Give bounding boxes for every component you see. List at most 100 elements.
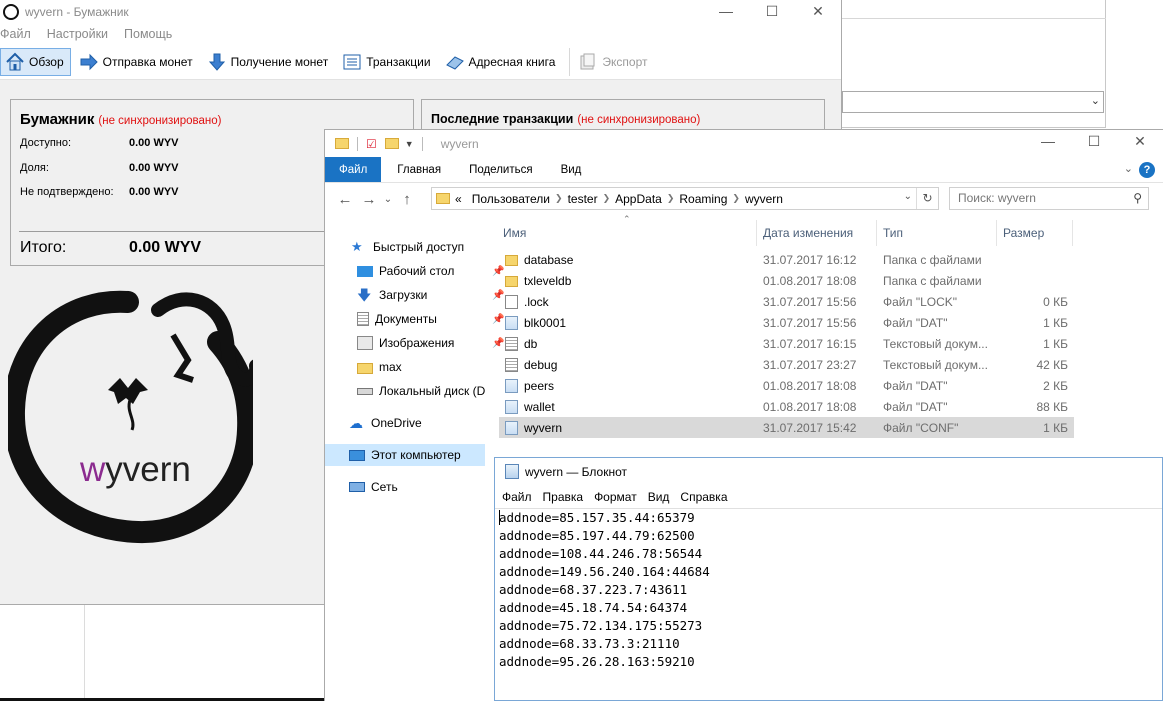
chevron-right-icon[interactable]: ❯ [732, 193, 740, 204]
column-type[interactable]: Тип [877, 220, 997, 246]
address-book-button[interactable]: Адресная книга [441, 48, 562, 76]
network-icon [349, 482, 365, 492]
chevron-right-icon[interactable]: ❯ [555, 193, 563, 204]
tab-view[interactable]: Вид [547, 157, 596, 182]
column-name[interactable]: Имя [497, 220, 757, 246]
folder-icon [335, 138, 349, 149]
maximize-button[interactable]: ☐ [749, 0, 795, 24]
wyvern-logo [8, 290, 253, 544]
nav-onedrive[interactable]: ☁ OneDrive [349, 412, 422, 434]
maximize-button[interactable]: ☐ [1071, 130, 1117, 157]
text-line: addnode=85.197.44.79:62500 [499, 528, 695, 543]
chevron-right-icon[interactable]: ❯ [667, 193, 675, 204]
file-row-selected[interactable]: wyvern 31.07.2017 15:42 Файл "CONF" 1 КБ [499, 417, 1074, 438]
breadcrumb-appdata[interactable]: AppData [615, 192, 662, 206]
nav-this-pc[interactable]: Этот компьютер [325, 444, 485, 466]
receive-coins-button[interactable]: Получение монет [203, 48, 335, 76]
nav-max[interactable]: max [357, 356, 402, 378]
list-icon [343, 54, 361, 69]
breadcrumb-tester[interactable]: tester [568, 192, 598, 206]
up-arrow-icon[interactable]: ↑ [395, 191, 419, 208]
back-arrow-icon[interactable]: ← [333, 191, 357, 208]
nav-local-disk[interactable]: Локальный диск (D [357, 380, 485, 402]
close-button[interactable]: ✕ [1117, 130, 1163, 157]
logo-accent-letter: w [80, 450, 106, 489]
refresh-icon[interactable]: ↻ [916, 188, 938, 209]
title-separator [357, 136, 358, 151]
notepad-menubar: Файл Правка Формат Вид Справка [495, 485, 1162, 509]
nav-documents[interactable]: Документы 📌 [357, 308, 504, 330]
file-row[interactable]: database 31.07.2017 16:12 Папка с файлам… [499, 249, 1074, 270]
nav-label: OneDrive [371, 416, 422, 430]
balance-unsync-status[interactable]: (не синхронизировано) [98, 115, 221, 127]
nav-desktop[interactable]: Рабочий стол 📌 [357, 260, 504, 282]
file-name: peers [524, 378, 555, 393]
forward-arrow-icon[interactable]: → [357, 191, 381, 208]
tab-file[interactable]: Файл [325, 157, 382, 182]
breadcrumb-users[interactable]: Пользователи [472, 192, 550, 206]
nav-label: Локальный диск (D [379, 384, 486, 398]
expand-ribbon-icon[interactable]: ⌄ [1124, 162, 1133, 175]
file-row[interactable]: .lock 31.07.2017 15:56 Файл "LOCK" 0 КБ [499, 291, 1074, 312]
menu-help[interactable]: Помощь [124, 27, 172, 41]
text-line: addnode=95.26.28.163:59210 [499, 654, 695, 669]
help-icon[interactable]: ? [1139, 162, 1155, 178]
text-line: addnode=75.72.134.175:55273 [499, 618, 703, 633]
chevron-down-icon[interactable]: ⌄ [904, 191, 912, 202]
menu-file[interactable]: Файл [0, 27, 31, 41]
customize-qa-icon[interactable]: ▼ [405, 139, 414, 149]
transactions-button[interactable]: Транзакции [338, 48, 436, 76]
minimize-button[interactable]: — [703, 0, 749, 24]
nav-network[interactable]: Сеть [349, 476, 398, 498]
file-name: debug [524, 357, 558, 372]
file-row[interactable]: db 31.07.2017 16:15 Текстовый докум... 1… [499, 333, 1074, 354]
file-row[interactable]: peers 01.08.2017 18:08 Файл "DAT" 2 КБ [499, 375, 1074, 396]
chevron-right-icon[interactable]: ❯ [603, 193, 611, 204]
file-row[interactable]: blk0001 31.07.2017 15:56 Файл "DAT" 1 КБ [499, 312, 1074, 333]
tab-home[interactable]: Главная [383, 157, 455, 182]
file-type: Текстовый докум... [883, 336, 988, 351]
properties-icon[interactable]: ☑ [366, 137, 377, 151]
send-coins-button[interactable]: Отправка монет [75, 48, 199, 76]
recent-locations-icon[interactable]: ⌄ [381, 194, 395, 205]
file-row[interactable]: wallet 01.08.2017 18:08 Файл "DAT" 88 КБ [499, 396, 1074, 417]
menu-format[interactable]: Формат [594, 490, 637, 504]
menu-file[interactable]: Файл [502, 490, 532, 504]
close-button[interactable]: ✕ [795, 0, 841, 24]
breadcrumb-overflow[interactable]: « [455, 192, 462, 206]
available-label: Доступно: [20, 137, 72, 149]
nav-quick-access[interactable]: ★ Быстрый доступ [351, 236, 464, 258]
new-folder-icon[interactable] [384, 138, 399, 149]
tab-share[interactable]: Поделиться [455, 157, 547, 182]
address-bar[interactable]: « Пользователи ❯ tester ❯ AppData ❯ Roam… [431, 187, 939, 210]
menu-settings[interactable]: Настройки [47, 27, 108, 41]
search-input[interactable]: Поиск: wyvern ⚲ [949, 187, 1149, 210]
file-type: Файл "DAT" [883, 378, 948, 393]
menu-edit[interactable]: Правка [543, 490, 584, 504]
breadcrumb-roaming[interactable]: Roaming [679, 192, 727, 206]
minimize-button[interactable]: — [1025, 130, 1071, 157]
column-date[interactable]: Дата изменения [757, 220, 877, 246]
ribbon-tabs: Файл Главная Поделиться Вид ⌄ ? [325, 157, 1163, 183]
recent-unsync-status[interactable]: (не синхронизировано) [577, 114, 700, 126]
wallet-menubar: Файл Настройки Помощь [0, 24, 841, 44]
notepad-text-area[interactable]: addnode=85.157.35.44:65379 addnode=85.19… [499, 509, 710, 671]
file-type: Файл "LOCK" [883, 294, 958, 309]
menu-help[interactable]: Справка [680, 490, 727, 504]
text-line: addnode=68.37.223.7:43611 [499, 582, 688, 597]
menu-view[interactable]: Вид [648, 490, 670, 504]
dat-file-icon [505, 399, 518, 414]
address-row: ← → ⌄ ↑ « Пользователи ❯ tester ❯ AppDat… [325, 183, 1163, 215]
file-row[interactable]: debug 31.07.2017 23:27 Текстовый докум..… [499, 354, 1074, 375]
file-row[interactable]: txleveldb 01.08.2017 18:08 Папка с файла… [499, 270, 1074, 291]
breadcrumb-wyvern[interactable]: wyvern [745, 192, 783, 206]
nav-pictures[interactable]: Изображения 📌 [357, 332, 504, 354]
title-separator-2 [421, 136, 423, 151]
overview-button[interactable]: Обзор [0, 47, 71, 76]
nav-downloads[interactable]: 🡇 Загрузки 📌 [357, 284, 504, 306]
computer-icon [349, 449, 365, 461]
stake-label: Доля: [20, 162, 49, 174]
export-button[interactable]: Экспорт [574, 48, 653, 76]
background-select[interactable]: ⌄ [842, 91, 1104, 113]
column-size[interactable]: Размер [997, 220, 1073, 246]
